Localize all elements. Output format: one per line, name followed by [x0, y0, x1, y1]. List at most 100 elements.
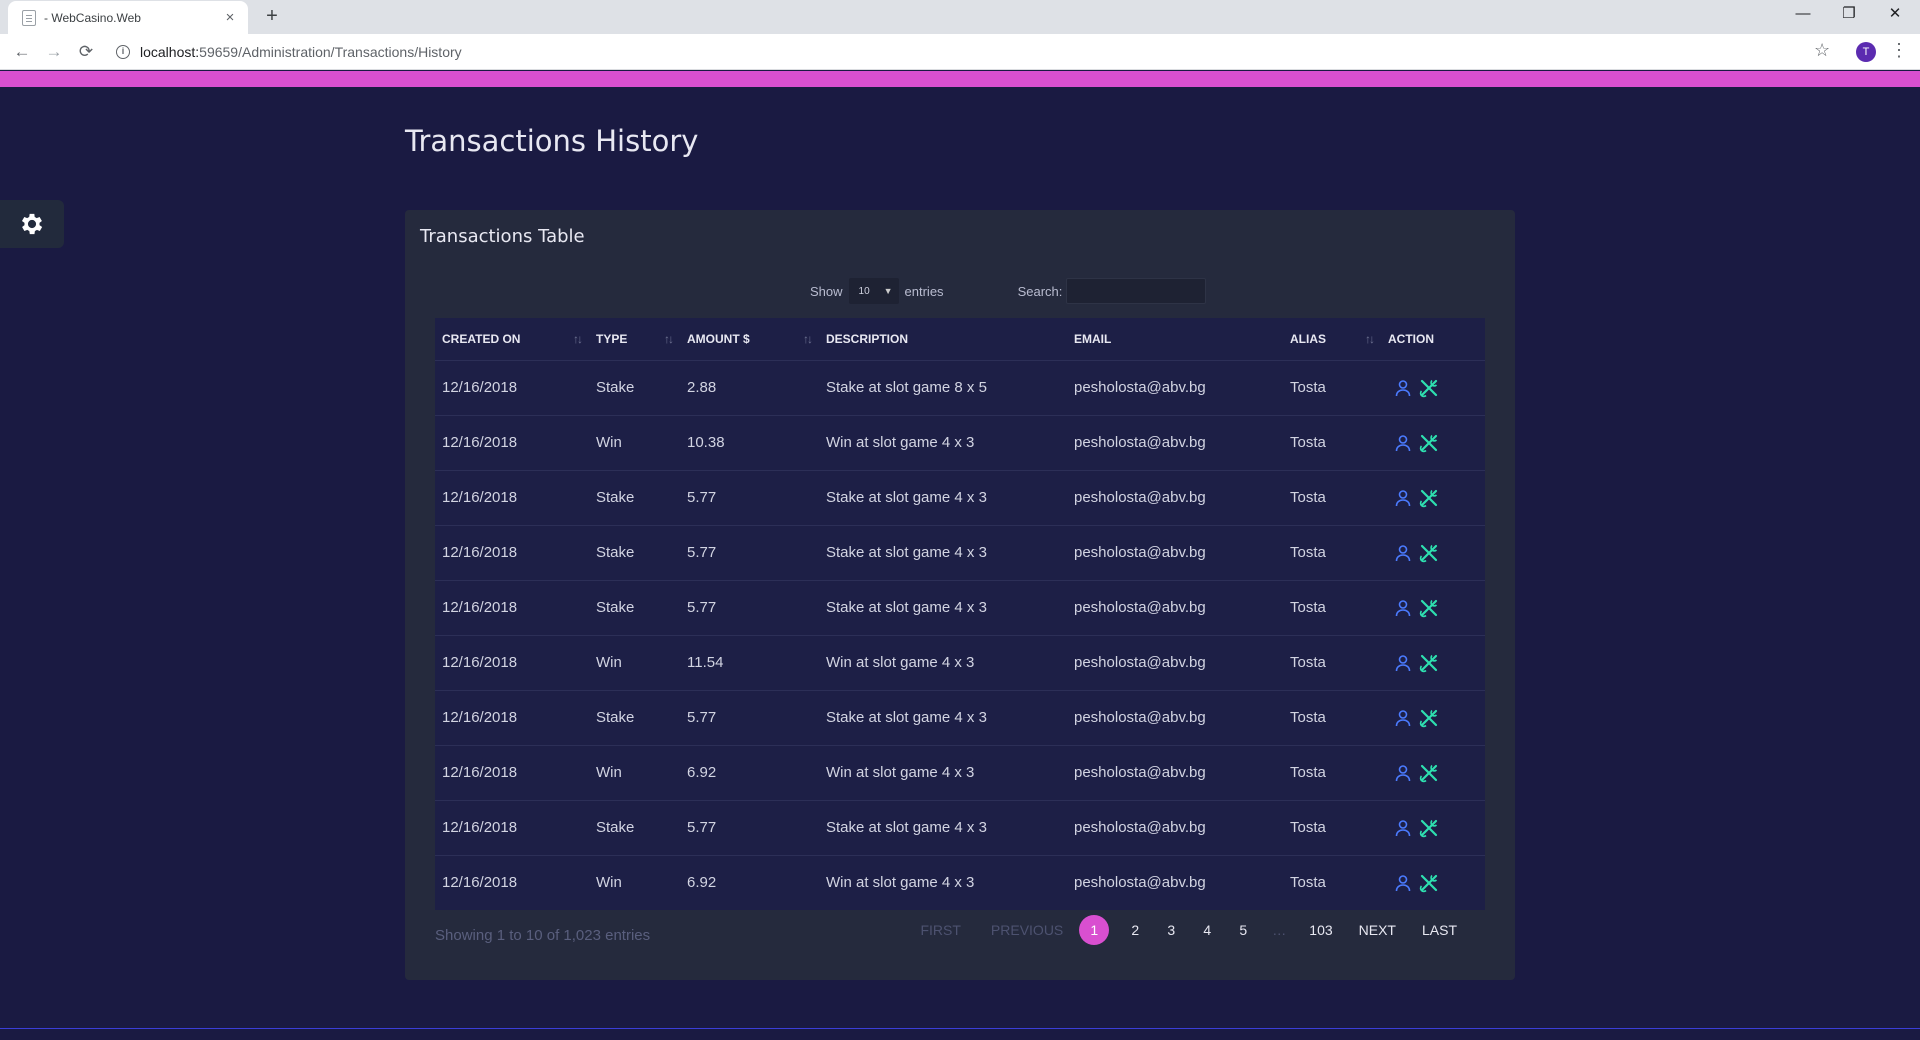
pagination-page-last-number[interactable]: 103 [1309, 922, 1332, 938]
sort-icon: ↑↓ [573, 332, 583, 346]
browser-tab[interactable]: - WebCasino.Web × [8, 1, 248, 34]
pagination-ellipsis: … [1272, 922, 1287, 938]
cell-type: Stake [596, 544, 635, 561]
pagination-page-3[interactable]: 3 [1161, 922, 1181, 938]
cell-action [1381, 580, 1485, 635]
tools-icon[interactable] [1419, 763, 1439, 783]
user-icon[interactable] [1393, 433, 1413, 453]
table-controls: Show 10 ▼ entries Search: [810, 276, 1207, 306]
cell-email: pesholosta@abv.bg [1074, 709, 1206, 726]
bookmark-star-icon[interactable]: ☆ [1814, 40, 1830, 61]
user-icon[interactable] [1393, 818, 1413, 838]
user-icon[interactable] [1393, 488, 1413, 508]
new-tab-button[interactable]: + [260, 5, 284, 29]
browser-tab-strip: - WebCasino.Web × + — ❐ ✕ [0, 0, 1920, 34]
column-header-action: Action [1381, 318, 1485, 360]
cell-amount: 5.77 [687, 544, 717, 561]
cell-type: Stake [596, 819, 635, 836]
pagination-page-5[interactable]: 5 [1233, 922, 1253, 938]
cell-action [1381, 360, 1485, 415]
cell-email: pesholosta@abv.bg [1074, 489, 1206, 506]
cell-amount: 5.77 [687, 709, 717, 726]
column-header-label: Alias [1290, 331, 1326, 346]
minimize-window-button[interactable]: — [1780, 0, 1826, 30]
tools-icon[interactable] [1419, 378, 1439, 398]
column-header-type[interactable]: Type ↑↓ [589, 318, 680, 360]
tools-icon[interactable] [1419, 433, 1439, 453]
browser-menu-icon[interactable]: ⋮ [1890, 40, 1908, 61]
profile-avatar[interactable]: T [1856, 42, 1876, 62]
user-icon[interactable] [1393, 378, 1413, 398]
tab-close-icon[interactable]: × [222, 9, 238, 26]
user-icon[interactable] [1393, 653, 1413, 673]
search-input[interactable] [1066, 278, 1207, 304]
cell-description: Stake at slot game 4 x 3 [826, 544, 987, 561]
cell-type: Win [596, 434, 622, 451]
column-header-created-on[interactable]: Created On ↑↓ [435, 318, 589, 360]
close-window-button[interactable]: ✕ [1872, 0, 1918, 30]
column-header-label: Amount $ [687, 331, 750, 346]
tools-icon[interactable] [1419, 598, 1439, 618]
cell-amount: 5.77 [687, 599, 717, 616]
table-header-row: Created On ↑↓ Type ↑↓ Amount $ ↑↓ Descripti… [435, 318, 1485, 360]
tools-icon[interactable] [1419, 543, 1439, 563]
cell-email: pesholosta@abv.bg [1074, 379, 1206, 396]
cell-action [1381, 690, 1485, 745]
cell-created-on: 12/16/2018 [442, 709, 518, 726]
url-text: localhost:59659/Administration/Transacti… [140, 44, 462, 60]
cell-description: Stake at slot game 4 x 3 [826, 489, 987, 506]
site-info-icon[interactable]: i [116, 45, 130, 59]
tools-icon[interactable] [1419, 708, 1439, 728]
cell-created-on: 12/16/2018 [442, 819, 518, 836]
column-header-amount[interactable]: Amount $ ↑↓ [680, 318, 819, 360]
cell-created-on: 12/16/2018 [442, 434, 518, 451]
tools-icon[interactable] [1419, 488, 1439, 508]
cell-created-on: 12/16/2018 [442, 654, 518, 671]
user-icon[interactable] [1393, 598, 1413, 618]
show-label: Show [810, 283, 843, 299]
cell-action [1381, 800, 1485, 855]
cell-email: pesholosta@abv.bg [1074, 599, 1206, 616]
reload-icon[interactable]: ⟳ [74, 40, 98, 64]
column-header-description[interactable]: Description [819, 318, 1067, 360]
cell-created-on: 12/16/2018 [442, 874, 518, 892]
pagination-page-1[interactable]: 1 [1079, 915, 1110, 945]
cell-action [1381, 855, 1485, 910]
pagination-first[interactable]: FIRST [920, 922, 960, 938]
column-header-alias[interactable]: Alias ↑↓ [1283, 318, 1381, 360]
column-header-email[interactable]: Email [1067, 318, 1283, 360]
pagination-last[interactable]: LAST [1422, 922, 1457, 938]
pagination-previous[interactable]: PREVIOUS [991, 922, 1063, 938]
cell-amount: 6.92 [687, 764, 717, 781]
cell-email: pesholosta@abv.bg [1074, 434, 1206, 451]
tools-icon[interactable] [1419, 873, 1439, 893]
cell-alias: Tosta [1290, 874, 1326, 892]
column-header-label: Email [1074, 331, 1112, 346]
back-arrow-icon[interactable]: ← [10, 40, 34, 64]
tab-title: - WebCasino.Web [44, 10, 141, 25]
pagination-next[interactable]: NEXT [1359, 922, 1396, 938]
tools-icon[interactable] [1419, 653, 1439, 673]
user-icon[interactable] [1393, 708, 1413, 728]
cell-alias: Tosta [1290, 819, 1326, 836]
settings-button[interactable] [0, 200, 64, 248]
user-icon[interactable] [1393, 763, 1413, 783]
cell-description: Win at slot game 4 x 3 [826, 654, 975, 671]
user-icon[interactable] [1393, 873, 1413, 893]
page-length-select[interactable]: 10 ▼ [848, 278, 899, 304]
forward-arrow-icon[interactable]: → [42, 40, 66, 64]
cell-alias: Tosta [1290, 434, 1326, 451]
cell-description: Stake at slot game 4 x 3 [826, 819, 987, 836]
cell-alias: Tosta [1290, 379, 1326, 396]
user-icon[interactable] [1393, 543, 1413, 563]
table-row: 12/16/2018 Win 11.54 Win at slot game 4 x 3… [435, 635, 1485, 690]
cell-email: pesholosta@abv.bg [1074, 544, 1206, 561]
restore-window-button[interactable]: ❐ [1826, 0, 1872, 30]
address-bar[interactable]: i localhost:59659/Administration/Transac… [108, 38, 1828, 66]
tools-icon[interactable] [1419, 818, 1439, 838]
pagination-page-4[interactable]: 4 [1197, 922, 1217, 938]
table-body: 12/16/2018 Stake 2.88 Stake at slot game 8 … [435, 360, 1485, 910]
page-favicon-icon [22, 9, 36, 26]
cell-description: Stake at slot game 4 x 3 [826, 709, 987, 726]
pagination-page-2[interactable]: 2 [1125, 922, 1145, 938]
